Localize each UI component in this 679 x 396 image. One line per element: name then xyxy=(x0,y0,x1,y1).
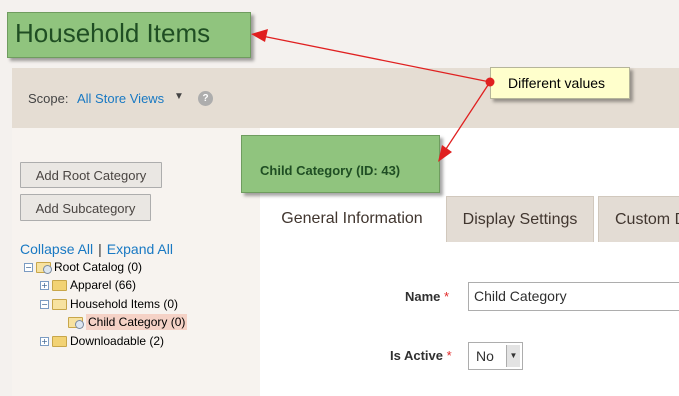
tree-node-apparel[interactable]: + Apparel (66) xyxy=(40,278,136,292)
tab-general-information[interactable]: General Information xyxy=(262,196,442,242)
is-active-value: No xyxy=(476,348,494,364)
add-root-category-button[interactable]: Add Root Category xyxy=(20,162,162,188)
annotation-child-category: Child Category (ID: 43) xyxy=(241,135,440,193)
arrow-head-to-title xyxy=(251,29,268,42)
required-mark: * xyxy=(444,289,450,304)
collapse-icon[interactable]: − xyxy=(40,300,49,310)
tree-controls-separator: | xyxy=(98,241,102,257)
is-active-select[interactable]: No ▼ xyxy=(468,342,523,370)
tree-node-downloadable[interactable]: + Downloadable (2) xyxy=(40,334,164,348)
tree-node-child-category[interactable]: Child Category (0) xyxy=(68,314,188,330)
tree-node-label[interactable]: Apparel (66) xyxy=(70,278,136,292)
tree-node-label[interactable]: Root Catalog (0) xyxy=(54,260,142,274)
scope-switcher[interactable]: All Store Views xyxy=(77,91,164,106)
expand-icon[interactable]: + xyxy=(40,281,49,291)
folder-icon xyxy=(52,336,67,348)
is-active-field-label: Is Active * xyxy=(390,348,452,363)
tree-node-label-selected[interactable]: Child Category (0) xyxy=(86,314,188,330)
category-folder-icon xyxy=(68,317,84,330)
is-active-label-text: Is Active xyxy=(390,348,443,363)
tab-display-settings[interactable]: Display Settings xyxy=(446,196,594,242)
annotation-category-title: Household Items xyxy=(7,12,251,58)
chevron-down-icon[interactable]: ▼ xyxy=(174,91,184,102)
help-icon[interactable]: ? xyxy=(198,91,213,106)
collapse-icon[interactable]: − xyxy=(24,263,33,273)
add-subcategory-button[interactable]: Add Subcategory xyxy=(20,194,151,221)
name-field-label: Name * xyxy=(405,289,449,304)
expand-all-link[interactable]: Expand All xyxy=(107,241,173,257)
root-folder-icon xyxy=(36,262,52,275)
tree-node-household-items[interactable]: − Household Items (0) xyxy=(40,297,178,311)
name-label-text: Name xyxy=(405,289,441,304)
scope-label: Scope: xyxy=(28,91,69,106)
tree-node-label[interactable]: Household Items (0) xyxy=(70,297,178,311)
tree-node-label[interactable]: Downloadable (2) xyxy=(70,334,164,348)
expand-icon[interactable]: + xyxy=(40,337,49,347)
collapse-all-link[interactable]: Collapse All xyxy=(20,241,93,257)
tab-custom-design[interactable]: Custom D xyxy=(598,196,679,242)
annotation-note: Different values xyxy=(490,67,630,99)
tree-controls: Collapse All | Expand All xyxy=(20,241,173,257)
required-mark: * xyxy=(446,348,452,363)
select-arrow-icon[interactable]: ▼ xyxy=(506,345,520,367)
tree-node-root-catalog[interactable]: − Root Catalog (0) xyxy=(24,260,142,275)
name-input[interactable]: Child Category xyxy=(468,282,679,311)
folder-open-icon xyxy=(52,299,67,311)
folder-icon xyxy=(52,280,67,292)
category-tree-panel: Add Root Category Add Subcategory Collap… xyxy=(12,128,260,396)
